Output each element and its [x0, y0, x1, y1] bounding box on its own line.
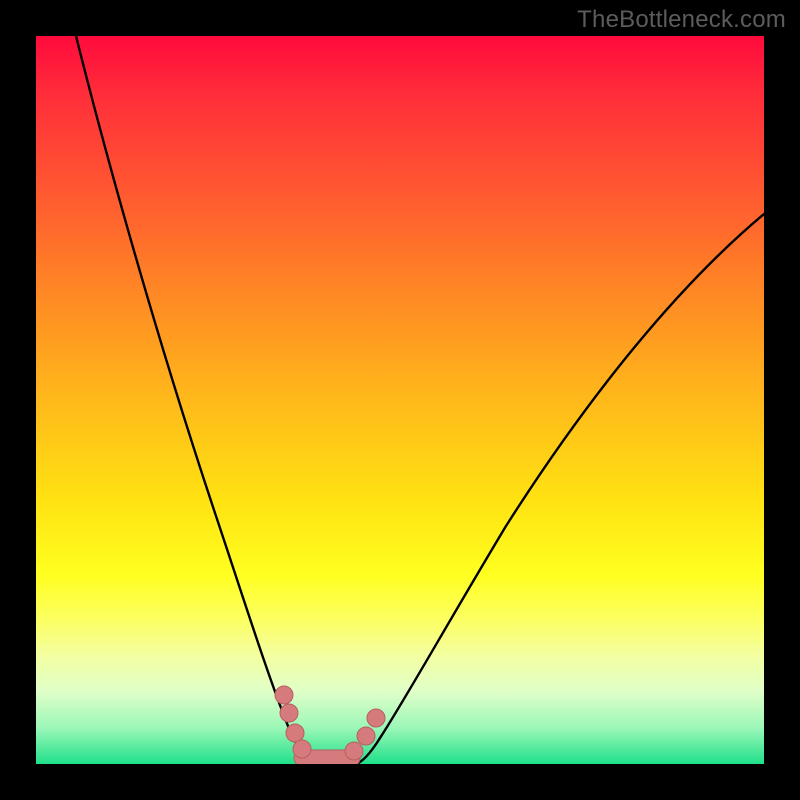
left-marker-2: [280, 704, 298, 722]
watermark-label: TheBottleneck.com: [577, 6, 786, 34]
curves-layer: [36, 36, 764, 764]
outer-frame: TheBottleneck.com: [0, 0, 800, 800]
right-marker-3: [367, 709, 385, 727]
left-curve: [76, 36, 316, 764]
left-marker-3: [286, 724, 304, 742]
left-marker-1: [275, 686, 293, 704]
right-marker-2: [357, 727, 375, 745]
left-marker-4: [293, 740, 311, 758]
right-marker-1: [345, 742, 363, 760]
right-curve: [356, 214, 764, 764]
plot-area: [36, 36, 764, 764]
